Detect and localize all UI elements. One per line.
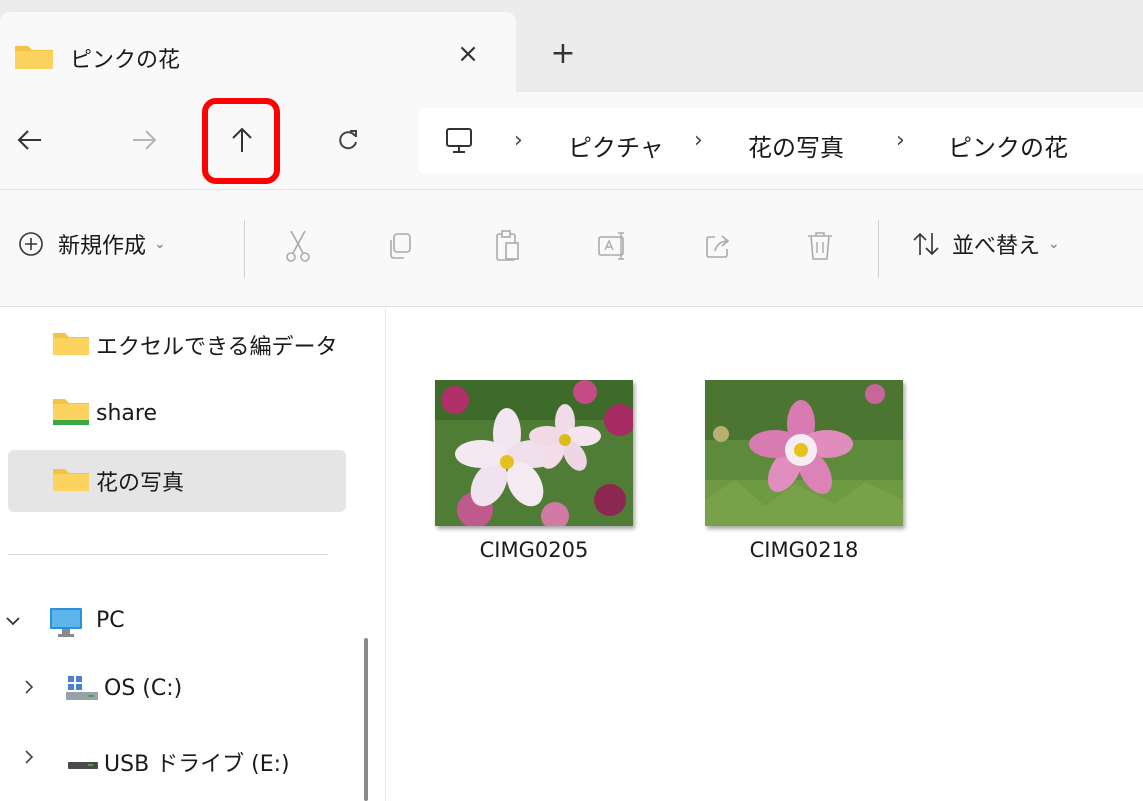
file-item[interactable]: CIMG0218 <box>695 378 905 578</box>
arrow-right-icon <box>133 130 157 150</box>
cut-button[interactable] <box>278 226 318 266</box>
sidebar-item-label: PC <box>96 608 125 633</box>
sort-button[interactable]: 並べ替え ⌄ <box>912 228 1060 260</box>
sort-arrows-icon <box>913 232 939 256</box>
chevron-down-icon: ⌄ <box>1048 236 1060 252</box>
usb-drive-icon <box>68 756 98 775</box>
sort-button-label: 並べ替え <box>952 234 1041 259</box>
address-bar[interactable]: › ピクチャ › 花の写真 › ピンクの花 <box>418 108 1143 174</box>
sidebar-item-label: OS (C:) <box>104 676 183 701</box>
plus-circle-icon <box>19 232 43 256</box>
new-tab-button[interactable]: + <box>545 36 581 72</box>
share-button[interactable] <box>698 226 738 266</box>
share-icon <box>706 235 730 258</box>
trash-icon <box>808 232 832 260</box>
breadcrumb-flower-photos[interactable]: 花の写真 <box>748 128 844 163</box>
sidebar-item-pc[interactable]: PC <box>0 592 346 652</box>
command-toolbar: 新規作成 ⌄ 並べ替え ⌄ <box>0 190 1143 307</box>
breadcrumb-separator: › <box>514 128 523 153</box>
sidebar-scrollbar[interactable] <box>364 638 368 801</box>
shared-folder-icon <box>52 396 90 430</box>
copy-button[interactable] <box>380 226 420 266</box>
refresh-button[interactable] <box>324 116 372 164</box>
image-thumbnail <box>705 380 903 526</box>
rename-button[interactable] <box>594 226 634 266</box>
folder-icon <box>52 466 90 496</box>
folder-icon <box>52 330 90 360</box>
sidebar-item-label: 花の写真 <box>96 471 185 496</box>
chevron-right-icon[interactable] <box>24 748 34 769</box>
breadcrumb-pictures[interactable]: ピクチャ <box>568 128 664 163</box>
pc-icon <box>444 127 474 159</box>
file-list-pane: CIMG0205 CIMG0218 <box>387 308 1143 801</box>
sidebar-item-label: USB ドライブ (E:) <box>104 752 290 777</box>
tab-title: ピンクの花 <box>70 48 181 73</box>
sidebar-item-os-c[interactable]: OS (C:) <box>0 660 346 720</box>
sidebar-item-excel-data[interactable]: エクセルできる編データ <box>8 314 346 376</box>
forward-button[interactable] <box>120 116 168 164</box>
navigation-pane: エクセルできる編データ share 花の写真 PC OS (C:) USB ドラ… <box>0 308 386 801</box>
scissors-icon <box>286 230 310 262</box>
file-name: CIMG0218 <box>749 538 859 562</box>
paste-button[interactable] <box>488 226 528 266</box>
breadcrumb-separator: › <box>896 128 905 153</box>
copy-icon <box>390 233 411 259</box>
sidebar-item-usb-e[interactable]: USB ドライブ (E:) <box>0 730 346 790</box>
highlight-annotation <box>202 98 280 184</box>
chevron-right-icon[interactable] <box>24 678 34 699</box>
refresh-icon <box>339 130 357 150</box>
image-thumbnail <box>435 380 633 526</box>
breadcrumb-pink-flowers[interactable]: ピンクの花 <box>948 128 1068 163</box>
file-name: CIMG0205 <box>479 538 589 562</box>
breadcrumb-separator: › <box>694 128 703 153</box>
new-button[interactable]: 新規作成 ⌄ <box>18 228 166 260</box>
clipboard-icon <box>496 230 519 261</box>
sidebar-item-label: share <box>96 400 157 426</box>
folder-icon <box>14 42 54 74</box>
pc-icon <box>48 606 84 642</box>
chevron-down-icon: ⌄ <box>154 236 166 252</box>
arrow-left-icon <box>17 130 41 150</box>
chevron-down-icon[interactable] <box>6 610 20 631</box>
tab-pink-flowers[interactable]: ピンクの花 × <box>0 12 516 92</box>
toolbar-divider <box>244 220 245 278</box>
back-button[interactable] <box>6 116 54 164</box>
sidebar-divider <box>8 554 328 555</box>
toolbar-divider <box>878 220 879 278</box>
file-item[interactable]: CIMG0205 <box>425 378 635 578</box>
delete-button[interactable] <box>800 226 840 266</box>
close-icon[interactable]: × <box>450 36 486 72</box>
rename-icon <box>598 232 624 260</box>
sidebar-item-flower-photos[interactable]: 花の写真 <box>8 450 346 512</box>
tab-strip: ピンクの花 × + <box>0 0 1143 92</box>
sidebar-item-share[interactable]: share <box>8 382 346 444</box>
sidebar-item-label: エクセルできる編データ <box>96 335 338 360</box>
drive-icon <box>66 674 100 706</box>
navigation-bar: › ピクチャ › 花の写真 › ピンクの花 <box>0 92 1143 190</box>
new-button-label: 新規作成 <box>58 234 147 259</box>
